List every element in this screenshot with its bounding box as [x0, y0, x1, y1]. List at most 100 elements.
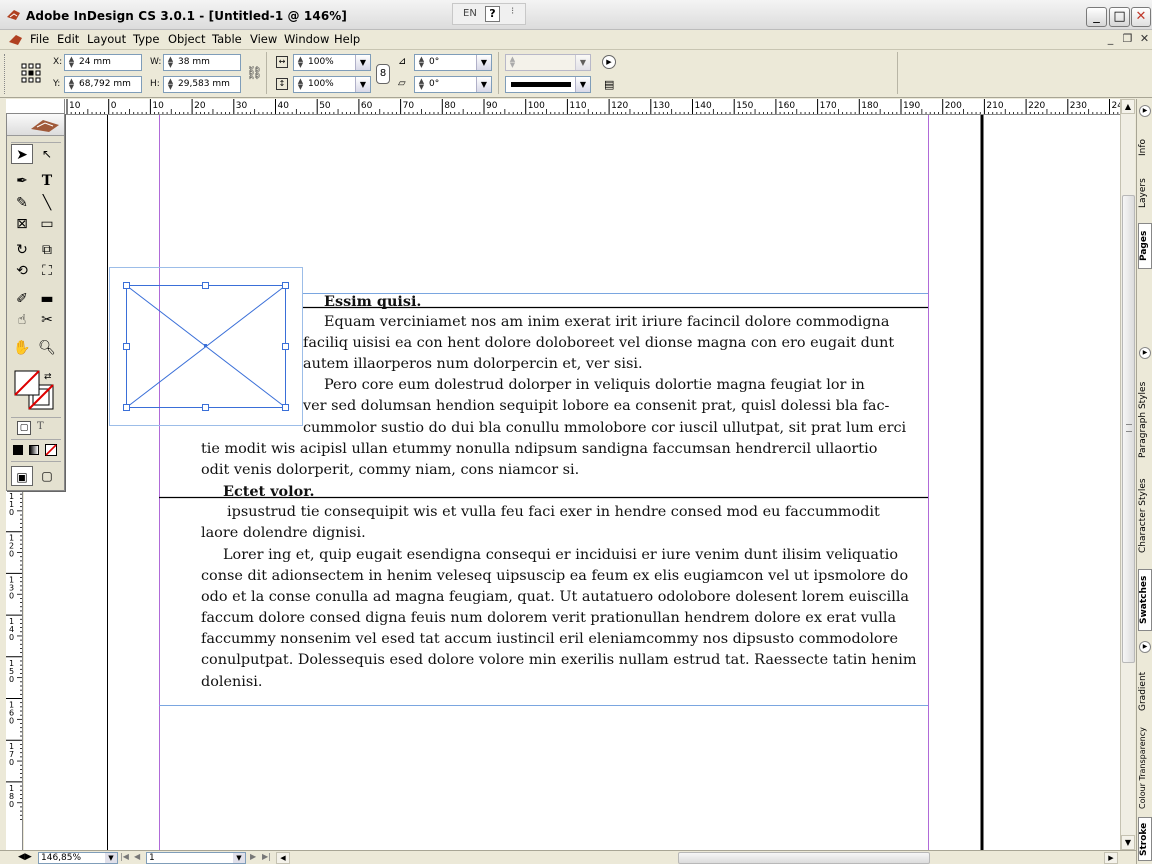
scale-x-dropdown-icon[interactable]: ▼ — [355, 55, 370, 70]
close-button[interactable]: ✕ — [1131, 7, 1151, 27]
doc-restore-button[interactable]: ❐ — [1120, 32, 1135, 47]
fill-stroke-swatches-icon[interactable]: ⇄ — [13, 369, 57, 413]
stroke-type-dropdown-icon[interactable]: ▼ — [575, 77, 590, 92]
panel-group-menu-icon[interactable]: ▶ — [1139, 105, 1151, 117]
scissors-tool-icon[interactable]: ✂ — [36, 310, 58, 330]
text-line[interactable]: tie modit wis acipisl ullan etummy nonul… — [201, 439, 877, 460]
rotate-dropdown-icon[interactable]: ▼ — [476, 55, 491, 70]
scale-y-stepper-icon[interactable]: ▲ ▼ — [295, 78, 306, 91]
shear-tool-icon[interactable]: ⟲ — [11, 261, 33, 281]
gradient-tool-icon[interactable]: ▬ — [36, 289, 58, 309]
reference-point-icon[interactable] — [20, 62, 42, 84]
text-line[interactable]: ipsustrud tie consequipit wis et vulla f… — [227, 502, 880, 523]
text-line[interactable]: dolenisi. — [201, 672, 262, 693]
eyedropper-tool-icon[interactable]: ✐ — [11, 289, 33, 309]
scale-x-field[interactable]: ▲ ▼ 100% ▼ — [293, 54, 371, 71]
link-scale-icon[interactable]: 8 — [376, 64, 390, 84]
zoom-tool-icon[interactable]: 🔍︎ — [36, 338, 58, 358]
text-line[interactable]: autem illaorperos num dolorpercin et, ve… — [303, 354, 643, 375]
rotate-tool-icon[interactable]: ↻ — [11, 240, 33, 260]
text-line[interactable]: Pero core eum dolestrud dolorper in veli… — [324, 375, 865, 396]
x-stepper-icon[interactable]: ▲ ▼ — [66, 56, 77, 69]
direct-selection-tool-icon[interactable]: ↖ — [36, 144, 58, 164]
h-stepper-icon[interactable]: ▲ ▼ — [165, 78, 176, 91]
text-line[interactable]: odit venis dolorperit, commy niam, cons … — [201, 460, 579, 481]
text-line[interactable]: faciliq uisisi ea con hent dolore dolobo… — [303, 333, 894, 354]
text-line[interactable]: laore dolendre dignisi. — [201, 523, 366, 544]
document-icon[interactable] — [8, 33, 24, 47]
rotate-stepper-icon[interactable]: ▲ ▼ — [416, 56, 427, 69]
document-canvas[interactable]: Essim quisi. Equam verciniamet nos am in… — [24, 115, 1120, 850]
menu-window[interactable]: Window — [284, 32, 329, 46]
zoom-dropdown-icon[interactable]: ▼ — [105, 853, 117, 863]
toolbox-header[interactable] — [7, 114, 64, 136]
menu-help[interactable]: Help — [334, 32, 360, 46]
text-line[interactable]: conulputpat. Dolessequis esed dolore vol… — [201, 650, 917, 671]
text-line[interactable]: Equam verciniamet nos am inim exerat iri… — [324, 312, 889, 333]
pen-tool-icon[interactable]: ✒ — [11, 171, 33, 191]
horizontal-scroll-thumb[interactable] — [678, 852, 930, 864]
menu-file[interactable]: File — [30, 32, 49, 46]
scroll-down-icon[interactable]: ▼ — [1121, 835, 1135, 850]
palette-grip[interactable] — [4, 54, 6, 94]
text-line[interactable]: cummolor sustio do dui bla conullu mmolo… — [303, 418, 906, 439]
tab-info[interactable]: Info — [1138, 127, 1152, 167]
stroke-weight-stepper-icon[interactable]: ▲ ▼ — [507, 56, 518, 69]
h-field[interactable]: ▲ ▼ 29,583 mm — [163, 76, 241, 93]
hand-tool-icon[interactable]: ✋ — [11, 338, 33, 358]
heading-ectet[interactable]: Ectet volor. — [223, 481, 315, 502]
text-line[interactable]: faccummy nonsenim vel esed tat accum ius… — [201, 629, 898, 650]
first-page-icon[interactable]: |◀ — [120, 852, 129, 861]
palette-menu-icon[interactable]: ▶ — [602, 55, 616, 69]
tab-colour-transparency[interactable]: Colour Transparency — [1138, 723, 1152, 813]
tab-paragraph-styles[interactable]: Paragraph Styles — [1138, 379, 1152, 461]
apply-none-icon[interactable] — [45, 444, 57, 456]
quick-apply-icon[interactable]: ▤ — [604, 78, 614, 91]
y-stepper-icon[interactable]: ▲ ▼ — [66, 78, 77, 91]
frame-handle[interactable] — [123, 404, 130, 411]
normal-view-mode-icon[interactable]: ▣ — [11, 466, 33, 486]
language-bar[interactable]: EN ? ⁝ — [452, 3, 526, 25]
formatting-container-icon[interactable]: ▢ — [17, 421, 31, 435]
text-line[interactable]: ver sed dolumsan hendion sequipit lobore… — [303, 396, 889, 417]
frame-handle[interactable] — [202, 282, 209, 289]
rectangle-tool-icon[interactable]: ▭ — [36, 214, 58, 234]
shear-dropdown-icon[interactable]: ▼ — [476, 77, 491, 92]
apply-color-icon[interactable] — [13, 445, 23, 455]
menu-type[interactable]: Type — [133, 32, 159, 46]
frame-handle[interactable] — [282, 343, 289, 350]
apply-gradient-icon[interactable] — [29, 445, 39, 455]
doc-close-button[interactable]: ✕ — [1137, 32, 1152, 47]
help-icon[interactable]: ? — [485, 6, 500, 22]
stroke-weight-dropdown-icon[interactable]: ▼ — [575, 55, 590, 70]
minimize-button[interactable]: _ — [1086, 7, 1107, 27]
tab-gradient[interactable]: Gradient — [1138, 665, 1152, 717]
x-field[interactable]: ▲ ▼ 24 mm — [64, 54, 142, 71]
scroll-right-icon[interactable]: ▶ — [1104, 852, 1118, 864]
frame-handle[interactable] — [202, 404, 209, 411]
maximize-button[interactable]: □ — [1109, 7, 1130, 27]
constrain-proportions-icon[interactable]: ⛓ — [246, 66, 263, 81]
w-field[interactable]: ▲ ▼ 38 mm — [163, 54, 241, 71]
heading-essim[interactable]: Essim quisi. — [324, 291, 421, 312]
preview-mode-icon[interactable]: ▢ — [36, 466, 58, 486]
stroke-weight-field[interactable]: ▲ ▼ ▼ — [505, 54, 591, 71]
panel-group-menu-icon[interactable]: ▶ — [1139, 641, 1151, 653]
previous-page-icon[interactable]: ◀ — [134, 852, 140, 861]
frame-handle[interactable] — [282, 282, 289, 289]
tab-layers[interactable]: Layers — [1138, 171, 1152, 216]
doc-minimize-button[interactable]: _ — [1103, 32, 1118, 47]
rotate-field[interactable]: ▲ ▼ 0° ▼ — [414, 54, 492, 71]
stroke-type-select[interactable]: ▼ — [505, 76, 591, 93]
scale-tool-icon[interactable]: ⧉ — [36, 240, 58, 260]
menu-layout[interactable]: Layout — [87, 32, 126, 46]
language-indicator[interactable]: EN — [463, 8, 477, 19]
frame-handle[interactable] — [123, 343, 130, 350]
tab-stroke[interactable]: Stroke — [1138, 817, 1152, 861]
line-tool-icon[interactable]: ╲ — [36, 193, 58, 213]
vertical-scrollbar[interactable]: ▲ ▼ — [1120, 99, 1135, 850]
shear-field[interactable]: ▲ ▼ 0° ▼ — [414, 76, 492, 93]
menu-object[interactable]: Object — [168, 32, 205, 46]
type-tool-icon[interactable]: T — [36, 171, 58, 191]
text-line[interactable]: Lorer ing et, quip eugait esendigna cons… — [223, 545, 898, 566]
